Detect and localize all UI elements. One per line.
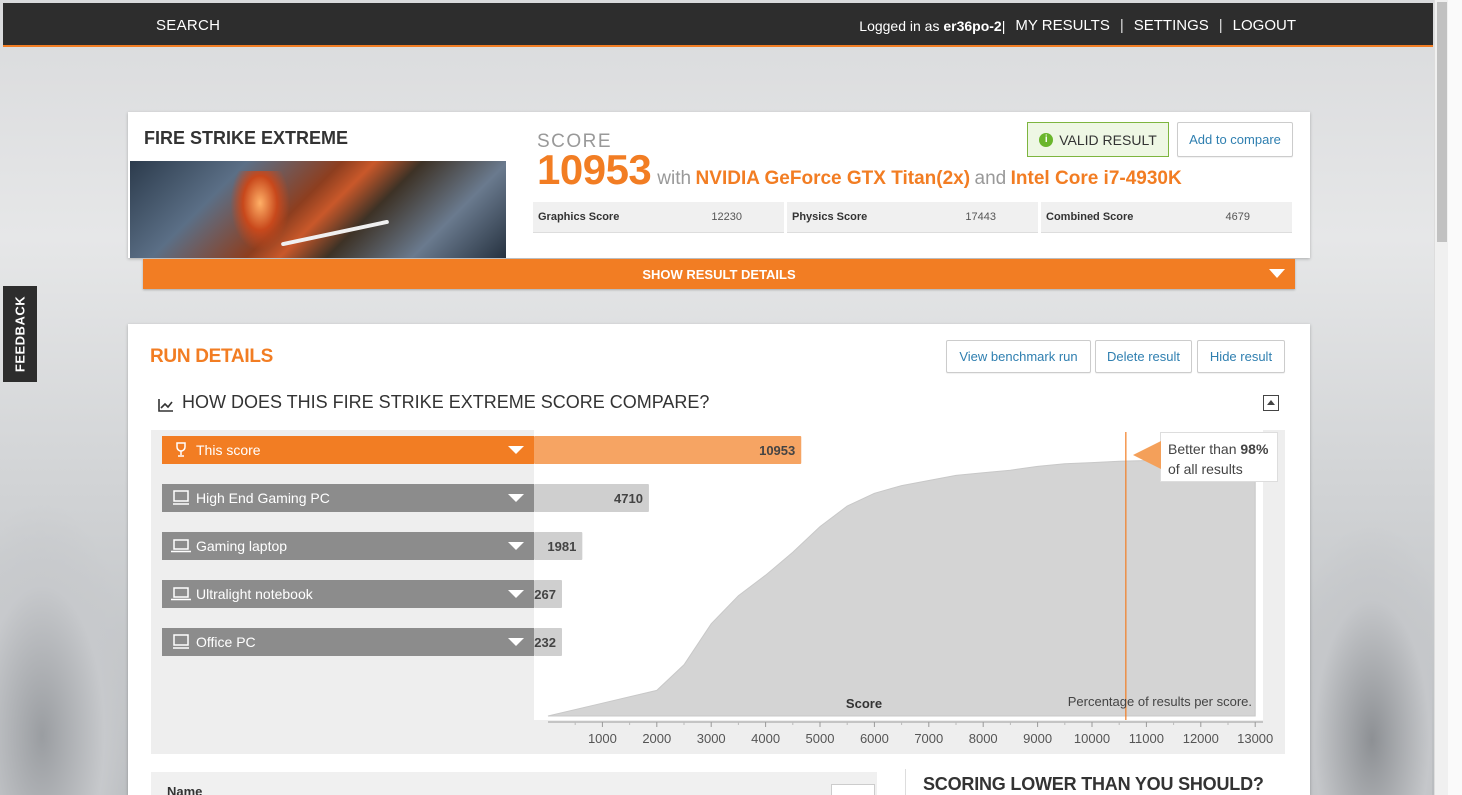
settings-link[interactable]: SETTINGS xyxy=(1134,17,1209,34)
login-status: Logged in as er36po-2| xyxy=(859,17,1006,34)
bar-value-label-3: 267 xyxy=(534,587,556,602)
separator: | xyxy=(1119,17,1124,34)
percentile-value: 98% xyxy=(1240,441,1269,457)
run-details-title: RUN DETAILS xyxy=(150,346,274,367)
x-tick-label-7000: 7000 xyxy=(914,731,943,746)
valid-result-badge: i VALID RESULT xyxy=(1027,122,1169,157)
collapse-icon[interactable] xyxy=(1263,395,1279,411)
bar-value-label-0: 10953 xyxy=(759,443,795,458)
run-details-card: RUN DETAILS View benchmark run Delete re… xyxy=(128,324,1310,795)
search-link[interactable]: SEARCH xyxy=(156,17,220,34)
bar-value-label-1: 4710 xyxy=(614,491,643,506)
bar-label-gaming-laptop[interactable]: Gaming laptop xyxy=(162,532,534,560)
feedback-tab[interactable]: FEEDBACK xyxy=(3,286,37,382)
x-tick-label-6000: 6000 xyxy=(860,731,889,746)
window-edge xyxy=(1448,0,1462,795)
bar-label-this-score[interactable]: This score xyxy=(162,436,534,464)
distribution-caption: Percentage of results per score. xyxy=(1068,694,1252,709)
x-tick-label-8000: 8000 xyxy=(969,731,998,746)
chevron-down-icon xyxy=(508,446,524,454)
result-summary-card: FIRE STRIKE EXTREME SCORE 10953 with NVID… xyxy=(128,112,1310,258)
desktop-icon xyxy=(166,490,196,506)
name-label: Name xyxy=(167,784,203,795)
physics-score: Physics Score 17443 xyxy=(787,202,1038,233)
chevron-down-icon xyxy=(508,638,524,646)
x-axis-label: Score xyxy=(846,696,882,711)
scrollbar-thumb[interactable] xyxy=(1437,2,1447,242)
my-results-link[interactable]: MY RESULTS xyxy=(1015,17,1109,34)
page-scrollbar[interactable] xyxy=(1434,0,1448,795)
bar-value-label-4: 232 xyxy=(534,635,556,650)
bar-value-label-2: 1981 xyxy=(547,539,576,554)
x-tick-label-4000: 4000 xyxy=(751,731,780,746)
score-comparison-chart: 10953 4710 1981 267 232 1000 2000 3000 4000 5000 6… xyxy=(151,430,1285,754)
x-tick-label-1000: 1000 xyxy=(588,731,617,746)
x-tick-label-13000: 13000 xyxy=(1237,731,1273,746)
chevron-down-icon xyxy=(508,590,524,598)
combined-score: Combined Score 4679 xyxy=(1041,202,1292,233)
x-tick-label-11000: 11000 xyxy=(1129,731,1164,746)
laptop-icon xyxy=(166,539,196,553)
x-tick-label-5000: 5000 xyxy=(806,731,835,746)
run-info-panel: Name xyxy=(151,772,877,795)
background-rocks-left xyxy=(0,500,140,795)
bar-label-high-end-gaming-pc[interactable]: High End Gaming PC xyxy=(162,484,534,512)
x-tick-label-3000: 3000 xyxy=(697,731,726,746)
compare-heading: HOW DOES THIS FIRE STRIKE EXTREME SCORE … xyxy=(158,392,709,413)
subscores-row: Graphics Score 12230 Physics Score 17443… xyxy=(533,202,1292,233)
edit-name-button[interactable] xyxy=(831,784,875,795)
cpu-link[interactable]: Intel Core i7-4930K xyxy=(1011,168,1182,189)
trophy-icon xyxy=(166,442,196,458)
x-tick-label-12000: 12000 xyxy=(1183,731,1219,746)
show-result-details-button[interactable]: SHOW RESULT DETAILS xyxy=(143,259,1295,289)
bar-label-ultralight-notebook[interactable]: Ultralight notebook xyxy=(162,580,534,608)
chevron-down-icon xyxy=(508,494,524,502)
test-artwork xyxy=(130,161,506,258)
user-menu: Logged in as er36po-2| MY RESULTS | SETT… xyxy=(859,17,1296,34)
x-tick-label-2000: 2000 xyxy=(642,731,671,746)
chevron-down-icon xyxy=(1269,269,1285,278)
view-benchmark-run-button[interactable]: View benchmark run xyxy=(946,340,1091,373)
delete-result-button[interactable]: Delete result xyxy=(1095,340,1192,373)
percentile-tooltip: Better than 98% of all results xyxy=(1133,432,1278,482)
top-navigation-bar: SEARCH Logged in as er36po-2| MY RESULTS… xyxy=(3,3,1433,47)
overall-score: 10953 xyxy=(537,146,652,193)
chevron-down-icon xyxy=(508,542,524,550)
x-tick-label-9000: 9000 xyxy=(1023,731,1052,746)
x-tick-label-10000: 10000 xyxy=(1074,731,1110,746)
test-name: FIRE STRIKE EXTREME xyxy=(144,128,349,148)
username: er36po-2 xyxy=(943,17,1002,34)
gpu-link[interactable]: NVIDIA GeForce GTX Titan(2x) xyxy=(696,168,971,189)
desktop-icon xyxy=(166,634,196,650)
logout-link[interactable]: LOGOUT xyxy=(1233,17,1296,34)
separator: | xyxy=(1218,17,1223,34)
laptop-icon xyxy=(166,587,196,601)
add-to-compare-button[interactable]: Add to compare xyxy=(1177,122,1293,157)
info-icon: i xyxy=(1039,132,1054,147)
scoring-lower-heading: SCORING LOWER THAN YOU SHOULD? xyxy=(923,774,1264,794)
graphics-score: Graphics Score 12230 xyxy=(533,202,784,233)
line-chart-icon xyxy=(158,396,174,412)
bar-label-office-pc[interactable]: Office PC xyxy=(162,628,534,656)
hide-result-button[interactable]: Hide result xyxy=(1197,340,1285,373)
